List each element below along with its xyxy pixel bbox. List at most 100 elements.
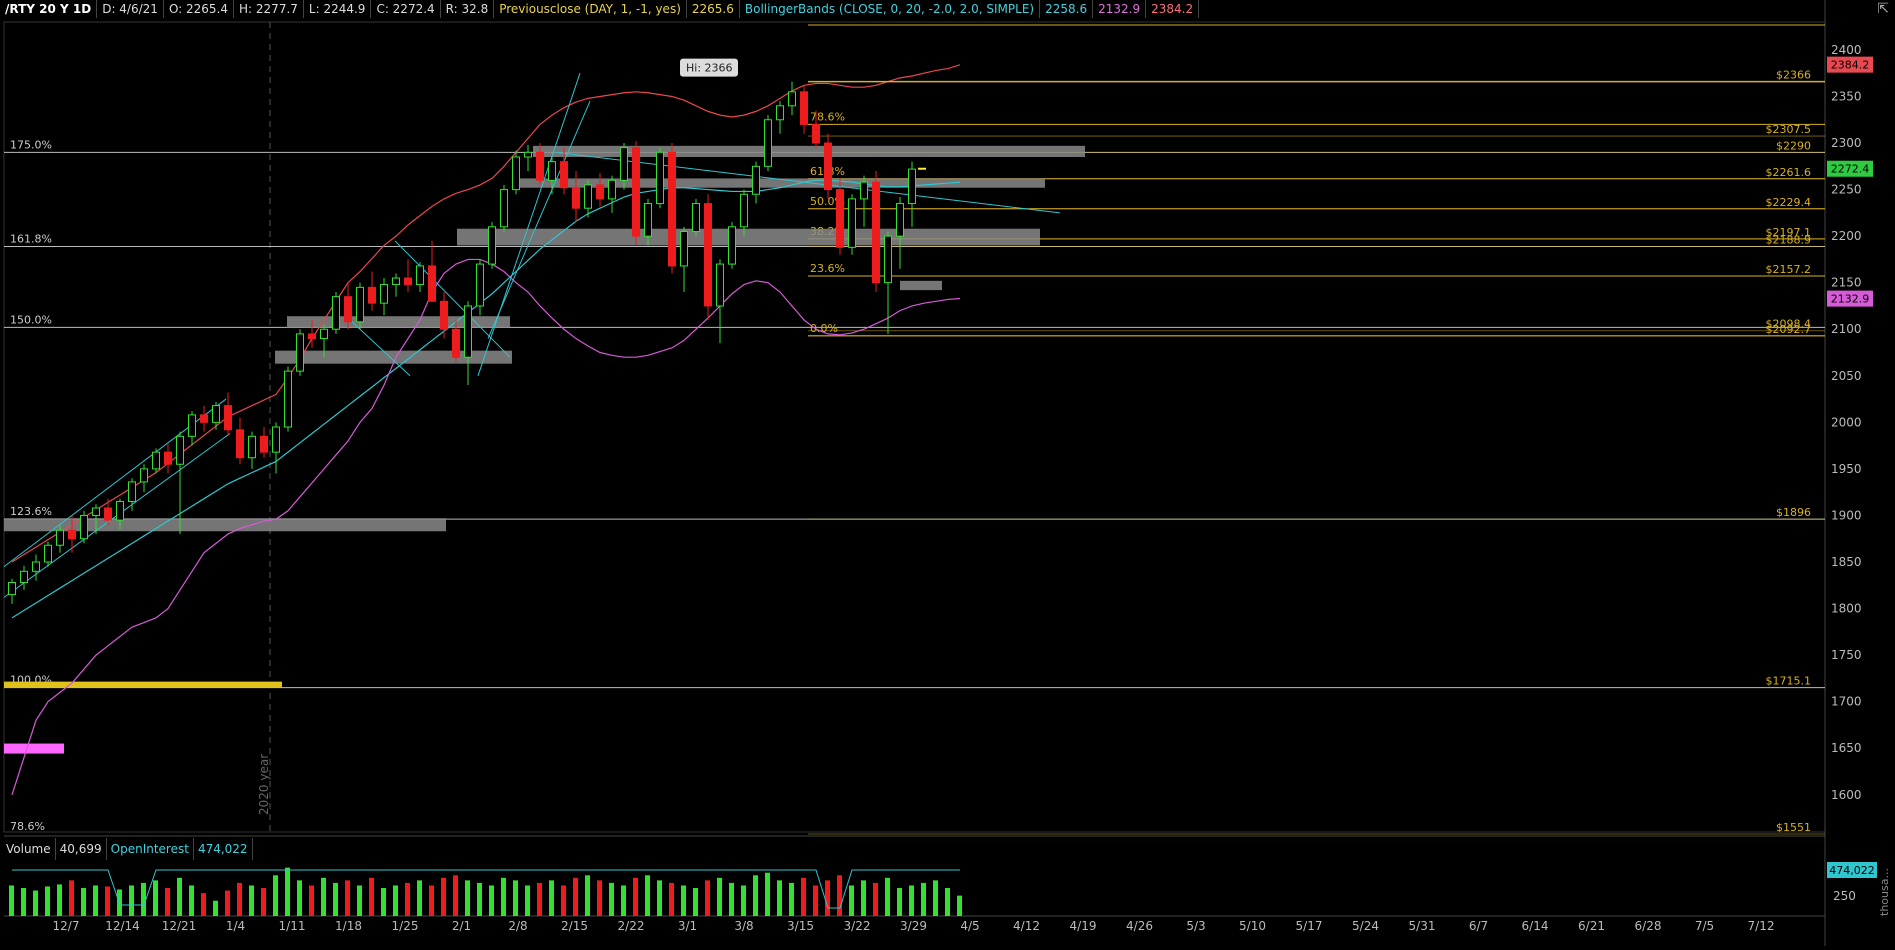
volume-bar[interactable]	[477, 882, 482, 916]
bollinger-study-label[interactable]: BollingerBands (CLOSE, 0, 20, -2.0, 2.0,…	[740, 0, 1041, 18]
price-chart[interactable]: 1600 1650 1700 1750 1800 1850 1900 1950 2000 2050…	[0, 0, 1895, 946]
candle-body[interactable]	[896, 203, 904, 237]
volume-bar[interactable]	[57, 884, 62, 916]
volume-bar[interactable]	[633, 877, 638, 916]
volume-bar[interactable]	[669, 882, 674, 916]
price-zone[interactable]	[900, 280, 942, 291]
candle-body[interactable]	[368, 286, 376, 304]
candle-body[interactable]	[380, 284, 388, 304]
candle-body[interactable]	[476, 263, 484, 307]
volume-bar[interactable]	[753, 875, 758, 916]
volume-bar[interactable]	[177, 877, 182, 916]
candle-body[interactable]	[692, 203, 700, 232]
volume-bar[interactable]	[861, 880, 866, 916]
candle-body[interactable]	[548, 161, 556, 181]
symbol-label[interactable]: /RTY 20 Y 1D	[0, 0, 98, 18]
volume-bar[interactable]	[417, 880, 422, 916]
candle-body[interactable]	[140, 468, 148, 483]
candle-body[interactable]	[536, 151, 544, 181]
volume-bar[interactable]	[33, 890, 38, 916]
volume-bar[interactable]	[129, 885, 134, 916]
volume-bar[interactable]	[189, 885, 194, 916]
volume-bar[interactable]	[381, 888, 386, 916]
volume-bar[interactable]	[549, 880, 554, 916]
candle-body[interactable]	[500, 189, 508, 228]
volume-bar[interactable]	[693, 888, 698, 916]
candle-body[interactable]	[716, 263, 724, 307]
volume-bar[interactable]	[237, 882, 242, 916]
candle-body[interactable]	[224, 405, 232, 431]
volume-bar[interactable]	[717, 877, 722, 916]
candle-body[interactable]	[236, 429, 244, 459]
price-zone[interactable]	[4, 518, 446, 532]
candle-body[interactable]	[620, 147, 628, 181]
volume-bar[interactable]	[369, 877, 374, 916]
candle-body[interactable]	[812, 123, 820, 144]
volume-bar[interactable]	[429, 885, 434, 916]
price-zone[interactable]	[533, 145, 1085, 157]
candle-body[interactable]	[176, 435, 184, 465]
candle-body[interactable]	[572, 187, 580, 209]
volume-bar[interactable]	[441, 877, 446, 916]
volume-bar[interactable]	[201, 893, 206, 916]
candle-body[interactable]	[200, 414, 208, 423]
oi-study-label[interactable]: OpenInterest	[107, 838, 194, 860]
candle-body[interactable]	[284, 370, 292, 428]
volume-bar[interactable]	[297, 880, 302, 916]
volume-bar[interactable]	[21, 888, 26, 916]
volume-bar[interactable]	[225, 890, 230, 916]
candle-body[interactable]	[872, 181, 880, 284]
volume-bar[interactable]	[213, 900, 218, 916]
candle-body[interactable]	[908, 168, 916, 205]
candle-body[interactable]	[512, 156, 520, 191]
candle-body[interactable]	[428, 265, 436, 302]
candle-body[interactable]	[260, 435, 268, 453]
volume-bar[interactable]	[705, 880, 710, 916]
candle-body[interactable]	[344, 296, 352, 323]
candle-body[interactable]	[44, 544, 52, 563]
candle-body[interactable]	[776, 105, 784, 121]
candle-body[interactable]	[644, 203, 652, 237]
candle-body[interactable]	[440, 300, 448, 330]
chart-window[interactable]: 1600 1650 1700 1750 1800 1850 1900 1950 2000 2050…	[0, 0, 1895, 946]
candle-body[interactable]	[392, 277, 400, 286]
volume-bar[interactable]	[393, 885, 398, 916]
volume-bar[interactable]	[561, 885, 566, 916]
candle-body[interactable]	[332, 296, 340, 330]
volume-bar[interactable]	[657, 880, 662, 916]
volume-bar[interactable]	[489, 885, 494, 916]
volume-bar[interactable]	[909, 885, 914, 916]
prevclose-study-label[interactable]: Previousclose (DAY, 1, -1, yes)	[494, 0, 687, 18]
candle-body[interactable]	[800, 91, 808, 125]
volume-bar[interactable]	[285, 867, 290, 916]
candle-body[interactable]	[824, 142, 832, 191]
volume-bar[interactable]	[153, 880, 158, 916]
candle-body[interactable]	[56, 529, 64, 546]
volume-bar[interactable]	[273, 875, 278, 916]
candle-body[interactable]	[416, 265, 424, 286]
volume-bar[interactable]	[405, 882, 410, 916]
candle-body[interactable]	[608, 179, 616, 200]
candle-body[interactable]	[596, 184, 604, 200]
volume-bar[interactable]	[537, 882, 542, 916]
candle-body[interactable]	[248, 435, 256, 459]
candle-body[interactable]	[320, 328, 328, 340]
candle-body[interactable]	[560, 161, 568, 189]
volume-bar[interactable]	[321, 877, 326, 916]
candle-body[interactable]	[848, 198, 856, 248]
volume-bar[interactable]	[513, 880, 518, 916]
volume-bar[interactable]	[645, 875, 650, 916]
candle-body[interactable]	[860, 181, 868, 200]
volume-bar[interactable]	[141, 882, 146, 916]
volume-bar[interactable]	[333, 882, 338, 916]
candle-body[interactable]	[164, 451, 172, 465]
volume-bar[interactable]	[801, 877, 806, 916]
candle-body[interactable]	[632, 147, 640, 237]
candle-body[interactable]	[404, 277, 412, 286]
volume-bar[interactable]	[9, 885, 14, 916]
volume-bar[interactable]	[933, 880, 938, 916]
volume-bar[interactable]	[573, 877, 578, 916]
volume-bar[interactable]	[621, 885, 626, 916]
volume-bar[interactable]	[729, 882, 734, 916]
volume-bar[interactable]	[345, 880, 350, 916]
